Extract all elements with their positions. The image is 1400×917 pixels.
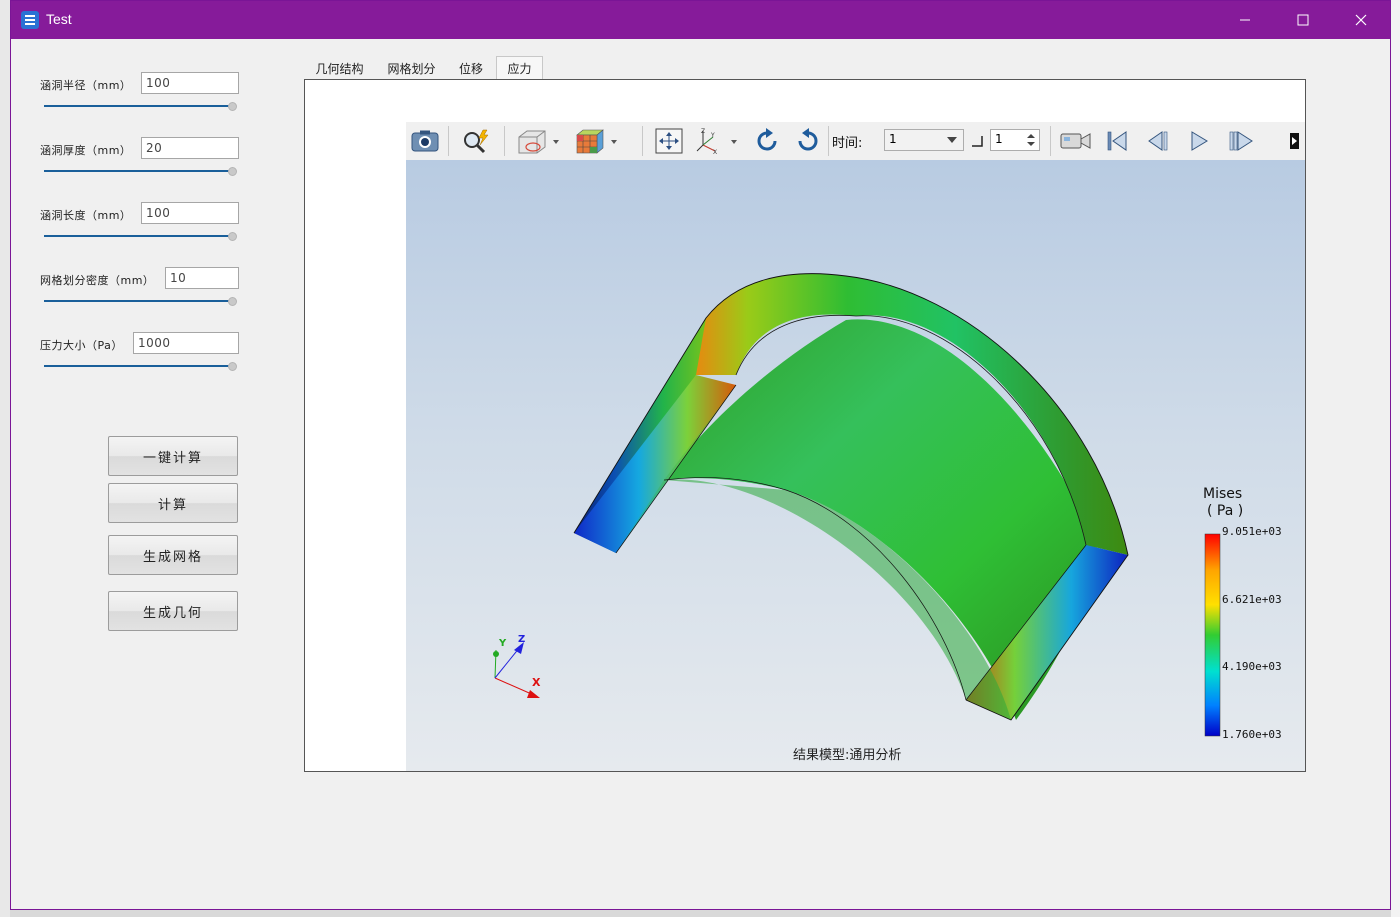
- step-back-icon: [1148, 131, 1168, 151]
- param-pressure-slider-thumb[interactable]: [228, 362, 237, 371]
- legend-color-bar: [1204, 533, 1221, 737]
- toolbar-separator: [828, 126, 829, 156]
- step-icon: [972, 136, 983, 147]
- legend-title: Mises: [1203, 486, 1243, 502]
- param-radius-label: 涵洞半径（mm）: [40, 79, 132, 92]
- first-frame-button[interactable]: [1102, 126, 1132, 156]
- play-button[interactable]: [1184, 126, 1214, 156]
- legend-tick-max: 9.051e+03: [1222, 525, 1282, 538]
- param-pressure-slider-track[interactable]: [44, 365, 229, 367]
- pan-button[interactable]: [652, 126, 686, 156]
- box-transparency-icon: [518, 130, 559, 154]
- desktop-background-right: [1391, 0, 1400, 917]
- step-spinbox[interactable]: 1: [990, 129, 1040, 151]
- colored-cube-icon: [576, 129, 617, 154]
- close-button[interactable]: [1332, 1, 1390, 39]
- svg-text:X: X: [713, 149, 717, 155]
- rotate-clockwise-button[interactable]: [751, 126, 783, 156]
- param-radius-input[interactable]: [141, 72, 239, 94]
- toolbar-separator: [504, 126, 505, 156]
- window-title: Test: [46, 11, 72, 27]
- param-mesh-density-input[interactable]: [165, 267, 239, 289]
- param-length-slider-thumb[interactable]: [228, 232, 237, 241]
- param-thickness-slider-thumb[interactable]: [228, 167, 237, 176]
- previous-frame-button[interactable]: [1143, 126, 1173, 156]
- viewer-toolbar: Z Y X 时间: 1 1: [406, 122, 1305, 160]
- param-length-slider-track[interactable]: [44, 235, 229, 237]
- toolbar-separator: [448, 126, 449, 156]
- app-icon: [21, 11, 39, 29]
- param-length-input[interactable]: [141, 202, 239, 224]
- param-radius-slider-track[interactable]: [44, 105, 229, 107]
- legend-tick-min: 1.760e+03: [1222, 728, 1282, 741]
- minimize-button[interactable]: [1216, 1, 1274, 39]
- time-select-value: 1: [889, 132, 897, 146]
- maximize-button[interactable]: [1274, 1, 1332, 39]
- step-spinbox-value: 1: [995, 132, 1003, 146]
- video-camera-icon: [1060, 133, 1091, 149]
- param-radius-slider-thumb[interactable]: [228, 102, 237, 111]
- record-animation-button[interactable]: [1058, 126, 1094, 156]
- close-icon: [1355, 14, 1367, 26]
- svg-text:Z: Z: [701, 128, 705, 135]
- maximize-icon: [1297, 14, 1309, 26]
- legend-tick-3: 4.190e+03: [1222, 660, 1282, 673]
- toolbar-separator: [1050, 126, 1051, 156]
- rotate-counterclockwise-button[interactable]: [792, 126, 824, 156]
- viewport-caption: 结果模型:通用分析: [793, 748, 902, 763]
- zoom-magnifier-icon: [464, 129, 489, 154]
- display-mode-dropdown[interactable]: [512, 126, 562, 156]
- zoom-fit-button[interactable]: [459, 126, 493, 156]
- screenshot-button[interactable]: [409, 126, 441, 156]
- time-select[interactable]: 1: [884, 129, 964, 151]
- camera-icon: [411, 130, 439, 152]
- param-length-label: 涵洞长度（mm）: [40, 209, 132, 222]
- axis-y-label: Y: [499, 638, 507, 649]
- time-label: 时间:: [832, 136, 863, 151]
- axis-triad: [493, 642, 540, 698]
- tab-geometry[interactable]: 几何结构: [307, 56, 372, 80]
- step-forward-icon: [1229, 131, 1253, 151]
- mesh-display-dropdown[interactable]: [570, 126, 622, 156]
- tab-stress[interactable]: 应力: [496, 56, 543, 80]
- chevron-down-icon: [947, 137, 957, 143]
- desktop-background-left: [0, 0, 10, 917]
- view-axis-dropdown[interactable]: Z Y X: [692, 126, 744, 156]
- svg-text:Y: Y: [710, 132, 715, 139]
- tab-meshing[interactable]: 网格划分: [379, 56, 444, 80]
- axis-z-label: Z: [518, 634, 526, 645]
- param-mesh-density-label: 网格划分密度（mm）: [40, 274, 155, 287]
- stress-model: [493, 273, 1221, 737]
- param-thickness-input[interactable]: [141, 137, 239, 159]
- rotate-ccw-icon: [798, 128, 818, 151]
- axes-view-icon: Z Y X: [696, 128, 737, 155]
- param-thickness-slider-track[interactable]: [44, 170, 229, 172]
- minimize-icon: [1240, 19, 1250, 21]
- play-icon: [1191, 131, 1208, 151]
- param-thickness-label: 涵洞厚度（mm）: [40, 144, 132, 157]
- one-click-compute-button[interactable]: 一键计算: [108, 436, 238, 476]
- param-pressure-input[interactable]: [133, 332, 239, 354]
- axis-x-label: X: [532, 676, 541, 689]
- pan-arrows-icon: [655, 128, 683, 154]
- toolbar-separator: [642, 126, 643, 156]
- compute-button[interactable]: 计算: [108, 483, 238, 523]
- param-mesh-density-slider-track[interactable]: [44, 300, 229, 302]
- skip-to-start-icon: [1107, 131, 1127, 151]
- generate-mesh-button[interactable]: 生成网格: [108, 535, 238, 575]
- param-mesh-density-slider-thumb[interactable]: [228, 297, 237, 306]
- result-viewport[interactable]: Mises ( Pa ) 9.051e+03 6.621e+03 4.190e+…: [406, 160, 1305, 771]
- param-pressure-label: 压力大小（Pa）: [40, 339, 123, 352]
- toolbar-overflow-button[interactable]: [1286, 126, 1302, 156]
- generate-geometry-button[interactable]: 生成几何: [108, 591, 238, 631]
- legend-unit: ( Pa ): [1207, 503, 1244, 519]
- legend-tick-2: 6.621e+03: [1222, 593, 1282, 606]
- overflow-arrow-icon: [1290, 133, 1299, 149]
- app-window: Test 涵洞半径（mm） 涵洞厚度（mm） 涵洞长度（mm） 网格划分密度（m…: [10, 0, 1391, 910]
- title-bar: Test: [11, 1, 1390, 39]
- tab-displacement[interactable]: 位移: [451, 56, 491, 80]
- next-frame-button[interactable]: [1224, 126, 1258, 156]
- rotate-cw-icon: [757, 128, 777, 151]
- spin-arrows-icon: [1027, 134, 1035, 146]
